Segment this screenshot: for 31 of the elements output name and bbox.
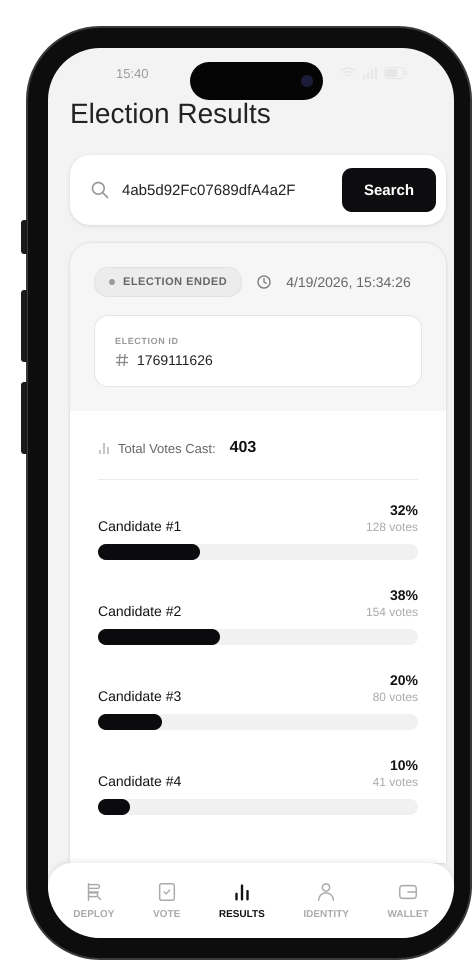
- nav-tab[interactable]: VOTE: [151, 877, 182, 924]
- election-id-label: ELECTION ID: [115, 336, 180, 346]
- candidate-name: Candidate #1: [98, 518, 182, 534]
- vote-count: 80 votes: [372, 690, 418, 704]
- nav-tab[interactable]: IDENTITY: [301, 877, 351, 924]
- total-votes-label: Total Votes Cast:: [118, 440, 216, 456]
- vote-count: 128 votes: [366, 520, 418, 534]
- search-icon: [90, 180, 110, 200]
- candidate-name: Candidate #3: [98, 688, 182, 704]
- nav-tab[interactable]: RESULTS: [216, 877, 267, 924]
- page-title: Election Results: [70, 98, 272, 130]
- search-button[interactable]: Search: [342, 168, 436, 212]
- search-field[interactable]: 4ab5d92Fc07689dfA4a2F Search: [70, 155, 446, 225]
- hash-icon: [115, 353, 129, 367]
- vote-percent: 38%: [390, 587, 418, 603]
- total-votes-value: 403: [230, 439, 256, 457]
- vote-count: 41 votes: [372, 775, 418, 789]
- status-badge: ELECTION ENDED: [94, 267, 242, 297]
- nav-tab[interactable]: WALLET: [386, 877, 431, 924]
- candidate-name: Candidate #4: [98, 773, 182, 789]
- election-id-value: 1769111626: [137, 352, 213, 368]
- status-time: 15:40: [116, 66, 149, 80]
- vote-count: 154 votes: [366, 605, 418, 619]
- candidate-name: Candidate #2: [98, 603, 182, 619]
- nav-tab[interactable]: DEPLOY: [71, 877, 116, 924]
- vote-percent: 10%: [390, 757, 418, 773]
- vote-percent: 20%: [390, 672, 418, 688]
- bar-chart-icon: [98, 442, 110, 454]
- clock-icon: [256, 274, 272, 290]
- vote-percent: 32%: [390, 502, 418, 518]
- end-timestamp: 4/19/2026, 15:34:26: [286, 274, 411, 290]
